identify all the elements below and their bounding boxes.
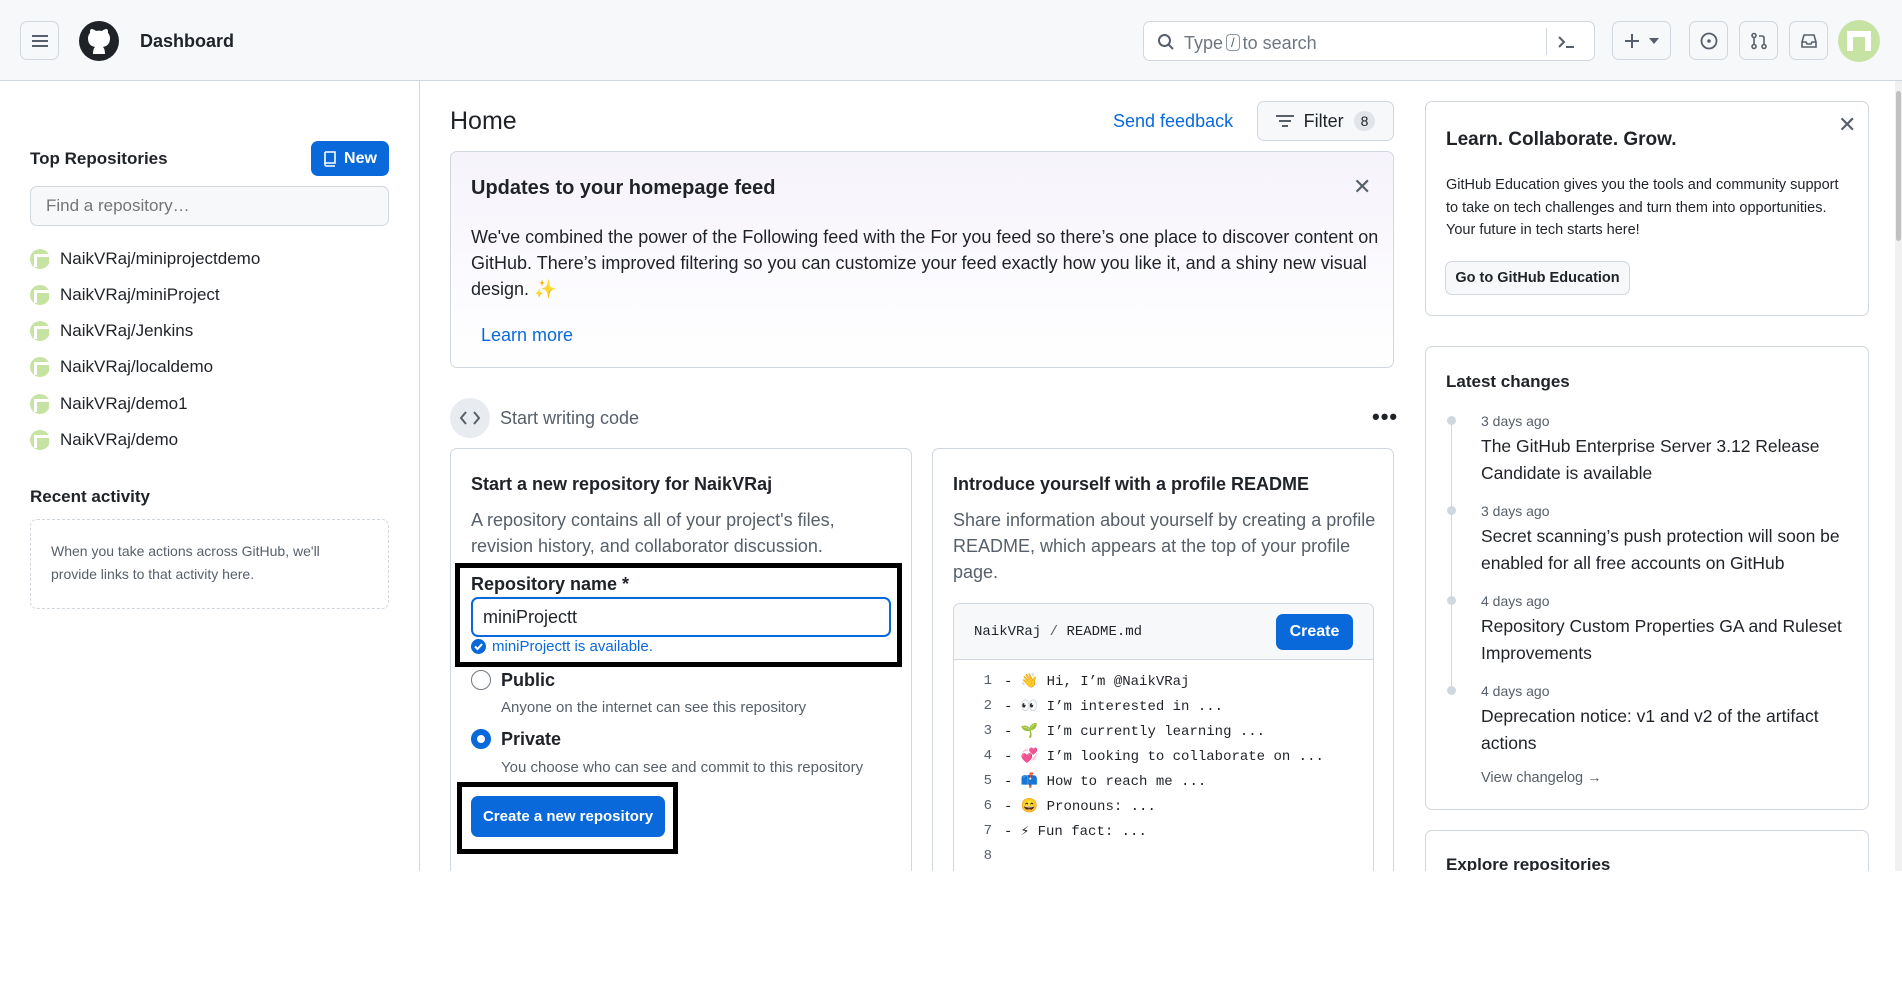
filter-icon — [1275, 115, 1294, 127]
search-shortcut-key: / — [1226, 34, 1240, 51]
timeline-dot — [1447, 416, 1456, 425]
filter-button[interactable]: Filter 8 — [1257, 101, 1394, 141]
owner-avatar — [30, 249, 50, 269]
public-description: Anyone on the internet can see this repo… — [501, 699, 807, 716]
private-label[interactable]: Private — [501, 729, 561, 750]
latest-changes-title: Latest changes — [1446, 372, 1570, 391]
recent-activity-heading: Recent activity — [30, 487, 150, 506]
profile-readme-card: Introduce yourself with a profile README… — [932, 448, 1394, 879]
readme-editor-header: NaikVRaj / README.md Create — [954, 604, 1373, 660]
top-header: Dashboard Type / to search — [0, 0, 1902, 81]
create-repository-button[interactable]: Create a new repository — [471, 796, 665, 837]
change-time: 4 days ago — [1481, 683, 1550, 699]
search-placeholder: Type / to search — [1184, 33, 1317, 53]
updates-title: Updates to your homepage feed — [471, 177, 776, 199]
readme-title: Introduce yourself with a profile README — [953, 474, 1310, 494]
create-new-dropdown[interactable] — [1612, 21, 1671, 60]
owner-avatar — [30, 285, 50, 305]
readme-description: Share information about yourself by crea… — [953, 510, 1376, 582]
issues-button[interactable] — [1689, 21, 1728, 60]
recent-activity-text: When you take actions across GitHub, we'… — [51, 543, 320, 582]
change-link[interactable]: The GitHub Enterprise Server 3.12 Releas… — [1481, 433, 1841, 487]
change-time: 4 days ago — [1481, 593, 1550, 609]
owner-avatar — [30, 321, 50, 341]
inbox-button[interactable] — [1789, 21, 1828, 60]
caret-down-icon — [1649, 37, 1659, 44]
timeline-line — [1451, 417, 1452, 687]
public-radio[interactable] — [471, 670, 491, 690]
change-link[interactable]: Deprecation notice: v1 and v2 of the art… — [1481, 703, 1851, 757]
readme-editor: NaikVRaj / README.md Create 1- 👋 Hi, I’m… — [953, 603, 1374, 879]
public-label[interactable]: Public — [501, 670, 555, 691]
readme-path: NaikVRaj / README.md — [974, 624, 1143, 640]
user-avatar[interactable] — [1838, 20, 1880, 62]
close-icon[interactable]: ✕ — [1353, 176, 1371, 198]
learn-more-link[interactable]: Learn more — [481, 325, 573, 346]
latest-changes-card: Latest changes 3 days ago The GitHub Ent… — [1425, 346, 1869, 810]
repo-name-label: Repository name * — [471, 574, 630, 594]
new-repo-description: A repository contains all of your projec… — [471, 510, 835, 556]
search-icon — [1158, 34, 1174, 50]
scrollbar-thumb[interactable] — [1896, 91, 1901, 241]
owner-avatar — [30, 394, 50, 414]
find-repository-input[interactable] — [30, 186, 389, 226]
timeline-dot — [1447, 686, 1456, 695]
start-writing-code-label: Start writing code — [500, 408, 640, 428]
explore-repositories-card: Explore repositories — [1425, 830, 1869, 871]
send-feedback-link[interactable]: Send feedback — [1113, 111, 1233, 132]
education-card: Learn. Collaborate. Grow. ✕ GitHub Educa… — [1425, 101, 1869, 316]
sidebar: Top Repositories New NaikVRaj/miniprojec… — [0, 81, 420, 871]
close-icon[interactable]: ✕ — [1838, 114, 1856, 136]
more-options-icon[interactable]: ••• — [1372, 404, 1398, 430]
command-palette-icon[interactable] — [1556, 33, 1576, 51]
new-repo-title: Start a new repository for NaikVRaj — [471, 474, 773, 494]
education-body: GitHub Education gives you the tools and… — [1446, 177, 1839, 238]
scrollbar[interactable] — [1895, 81, 1902, 871]
check-circle-icon — [471, 639, 486, 654]
github-logo-icon[interactable] — [79, 21, 119, 61]
go-to-education-button[interactable]: Go to GitHub Education — [1445, 261, 1630, 295]
repo-link[interactable]: NaikVRaj/demo — [30, 430, 178, 450]
view-changelog-link[interactable]: View changelog → — [1481, 770, 1602, 786]
repo-icon — [324, 150, 336, 167]
home-heading: Home — [450, 107, 517, 135]
change-link[interactable]: Secret scanning’s push protection will s… — [1481, 523, 1851, 577]
top-repositories-heading: Top Repositories — [30, 149, 168, 168]
filter-count-badge: 8 — [1353, 111, 1376, 131]
repo-link[interactable]: NaikVRaj/miniProject — [30, 285, 220, 305]
private-description: You choose who can see and commit to thi… — [501, 759, 864, 776]
timeline-dot — [1447, 596, 1456, 605]
code-icon — [450, 398, 490, 438]
updates-body: We've combined the power of the Followin… — [471, 227, 1379, 299]
owner-avatar — [30, 430, 50, 450]
change-time: 3 days ago — [1481, 503, 1550, 519]
repo-link[interactable]: NaikVRaj/Jenkins — [30, 321, 193, 341]
pull-requests-button[interactable] — [1739, 21, 1778, 60]
recent-activity-box: When you take actions across GitHub, we'… — [30, 519, 389, 609]
repo-link[interactable]: NaikVRaj/demo1 — [30, 394, 188, 414]
menu-button[interactable] — [20, 21, 59, 60]
explore-repositories-title: Explore repositories — [1446, 855, 1611, 871]
repo-link[interactable]: NaikVRaj/miniprojectdemo — [30, 249, 260, 269]
change-link[interactable]: Repository Custom Properties GA and Rule… — [1481, 613, 1851, 667]
plus-icon — [1625, 33, 1639, 48]
updates-card: Updates to your homepage feed ✕ We've co… — [450, 151, 1394, 368]
availability-message: miniProjectt is available. — [471, 638, 653, 655]
new-repo-button[interactable]: New — [311, 141, 389, 176]
change-time: 3 days ago — [1481, 413, 1550, 429]
timeline-dot — [1447, 506, 1456, 515]
pull-requests-icon — [1750, 32, 1767, 49]
search-input[interactable]: Type / to search — [1143, 21, 1595, 61]
education-title: Learn. Collaborate. Grow. — [1446, 129, 1677, 150]
readme-create-button[interactable]: Create — [1276, 614, 1353, 650]
repo-link[interactable]: NaikVRaj/localdemo — [30, 357, 213, 377]
owner-avatar — [30, 357, 50, 377]
page-title[interactable]: Dashboard — [140, 31, 234, 52]
private-radio[interactable] — [471, 729, 491, 749]
menu-icon — [31, 34, 48, 47]
issues-icon — [1700, 32, 1717, 49]
repo-name-input[interactable] — [471, 597, 891, 637]
page-bottom-blank — [0, 871, 1902, 1002]
inbox-icon — [1800, 33, 1817, 48]
